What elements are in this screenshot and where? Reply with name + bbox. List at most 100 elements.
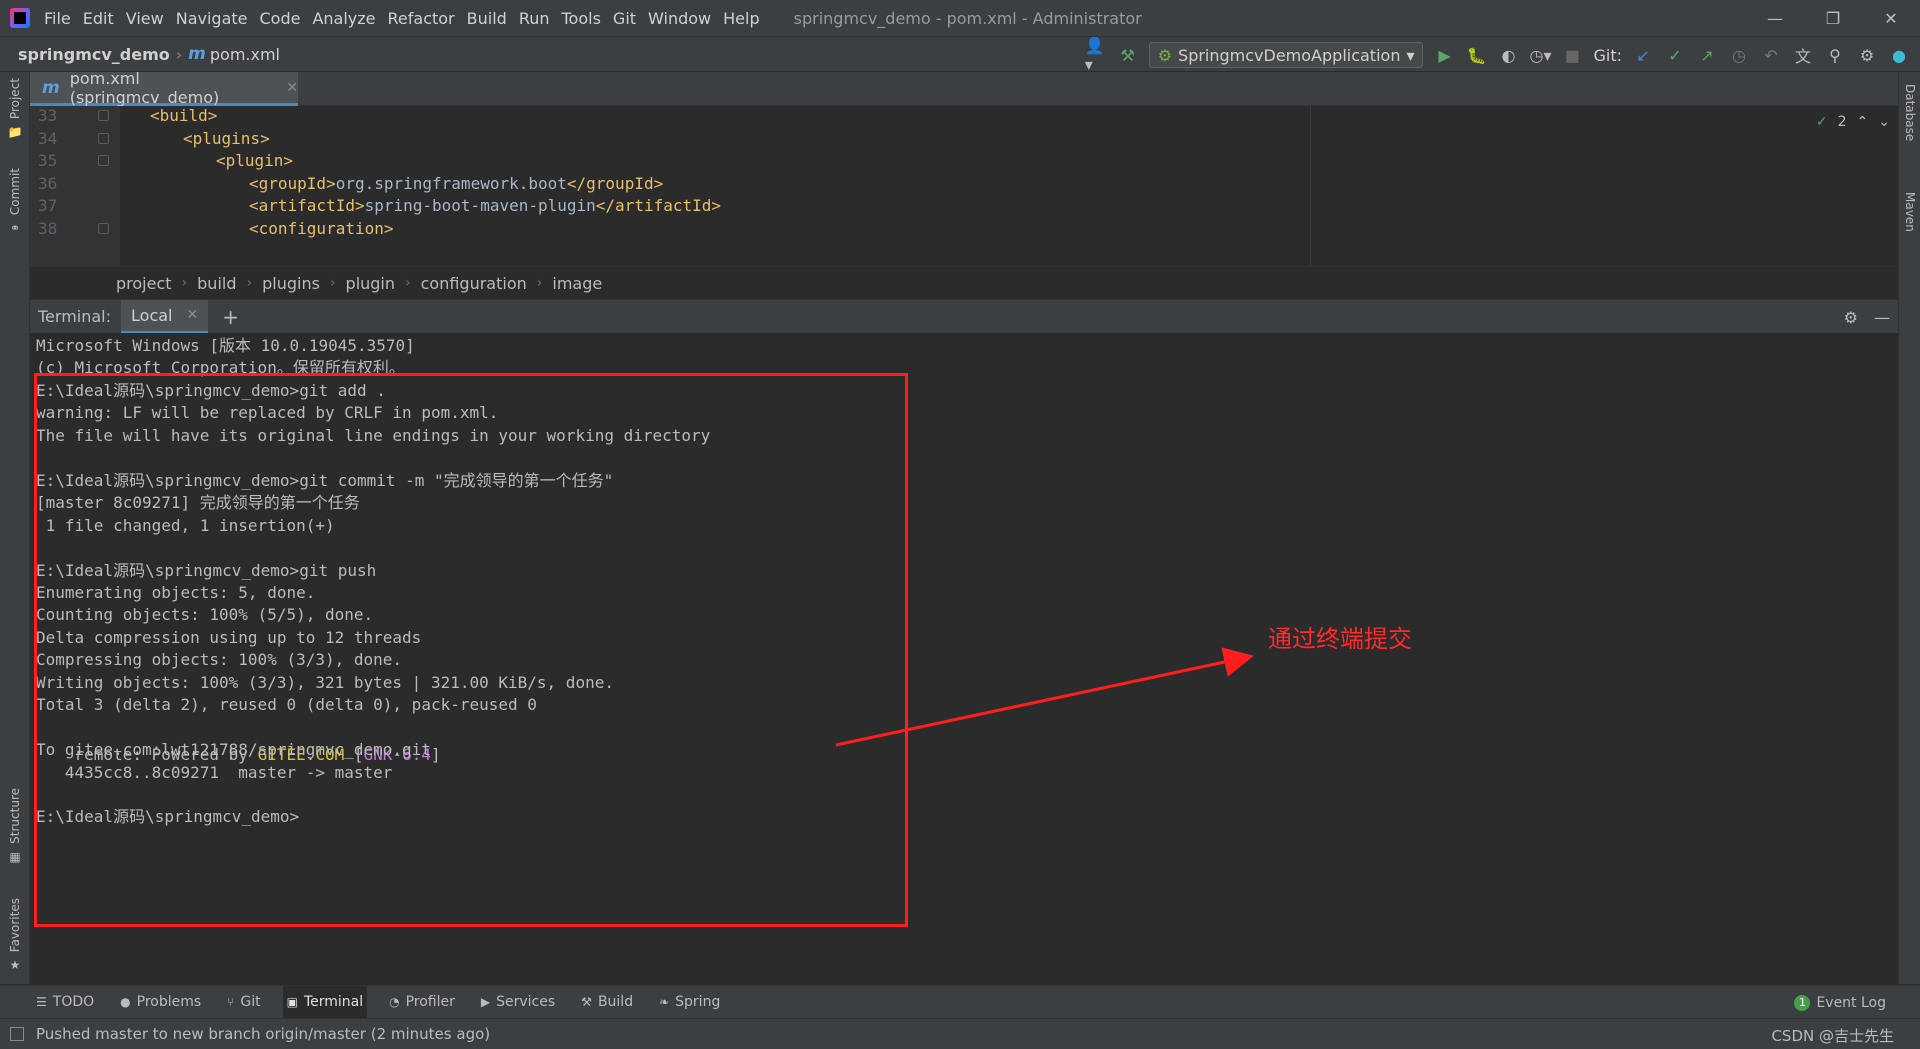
fold-marker-icon[interactable] [98, 110, 109, 121]
hide-panel-icon[interactable]: — [1874, 308, 1890, 327]
project-tool-button[interactable]: Project 📁 [4, 78, 26, 139]
menu-file[interactable]: File [44, 9, 71, 28]
commit-icon: ⚭ [9, 221, 21, 236]
build-hammer-icon[interactable]: ⚒ [1117, 44, 1139, 66]
terminal-tab-label: Local [131, 305, 173, 325]
status-toggle-icon[interactable] [10, 1027, 24, 1041]
commit-tool-button[interactable]: Commit ⚭ [4, 168, 26, 235]
menu-run[interactable]: Run [519, 9, 550, 28]
user-icon[interactable]: 👤▾ [1085, 36, 1107, 74]
window-controls: — ❐ ✕ [1746, 0, 1920, 36]
services-icon: ▶ [480, 995, 491, 1009]
rollback-icon[interactable]: ↶ [1760, 44, 1782, 66]
run-configuration-select[interactable]: ⚙ SpringmcvDemoApplication ▾ [1148, 42, 1424, 68]
maven-tool-button[interactable]: Maven [1903, 192, 1917, 232]
tool-window-terminal[interactable]: ▣ Terminal [282, 985, 368, 1019]
fold-marker-icon[interactable] [98, 222, 109, 234]
coverage-icon[interactable]: ◐ [1497, 44, 1519, 66]
gear-icon[interactable]: ⚙ [1844, 308, 1858, 327]
menu-help[interactable]: Help [723, 9, 759, 28]
status-bar: Pushed master to new branch origin/maste… [0, 1018, 1920, 1049]
maven-file-icon: m [42, 77, 60, 98]
folder-icon: 📁 [7, 125, 23, 140]
star-icon: ★ [9, 958, 21, 973]
tool-window-git[interactable]: ⑂ Git [223, 986, 264, 1019]
fold-marker-icon[interactable] [98, 132, 109, 144]
stop-icon[interactable]: ■ [1561, 44, 1583, 66]
add-terminal-icon[interactable]: + [222, 305, 239, 329]
breadcrumb-item[interactable]: image [552, 274, 602, 293]
structure-tool-button[interactable]: Structure ▦ [4, 788, 26, 864]
chevron-up-icon[interactable]: ⌃ [1857, 114, 1869, 130]
close-icon[interactable]: ✕ [286, 80, 298, 96]
breadcrumb-item[interactable]: plugin [346, 274, 395, 293]
menu-tools[interactable]: Tools [562, 9, 601, 28]
xml-open-tag: <groupId> [249, 173, 336, 193]
status-message[interactable]: Pushed master to new branch origin/maste… [36, 1025, 490, 1043]
bottom-tool-items: ☰ TODO ● Problems ⑂ Git ▣ Terminal ◔ Profiler ▶ Ser… [18, 985, 728, 1019]
menu-code[interactable]: Code [260, 9, 301, 28]
chevron-down-icon[interactable]: ⌄ [1878, 114, 1890, 130]
menu-window[interactable]: Window [648, 9, 711, 28]
fold-marker-icon[interactable] [98, 155, 109, 166]
menu-git[interactable]: Git [613, 9, 636, 28]
breadcrumb-item[interactable]: plugins [262, 274, 320, 293]
close-icon[interactable]: ✕ [1862, 0, 1920, 36]
breadcrumb-item[interactable]: configuration [421, 274, 527, 293]
menu-build[interactable]: Build [467, 9, 507, 28]
git-push-icon[interactable]: ↗ [1696, 44, 1718, 66]
breadcrumb-item[interactable]: project [116, 274, 172, 293]
annotation-label: 通过终端提交 [1268, 625, 1412, 653]
restore-icon[interactable]: ❐ [1804, 0, 1862, 36]
inspection-widget[interactable]: ✓ 2 ⌃ ⌄ [1816, 114, 1890, 130]
tool-window-build[interactable]: ⚒ Build [577, 986, 637, 1019]
code-line: 38 <configuration> [30, 215, 1898, 242]
profile-icon[interactable]: ◷▾ [1529, 44, 1551, 66]
tool-window-label: Services [496, 994, 556, 1010]
event-log-button[interactable]: 1 Event Log [1794, 986, 1886, 1019]
translate-icon[interactable]: 文 [1792, 44, 1814, 66]
spring-boot-icon: ⚙ [1157, 45, 1173, 65]
search-icon[interactable]: ⚲ [1824, 44, 1846, 66]
history-icon[interactable]: ◷ [1728, 44, 1750, 66]
xml-text: spring-boot-maven-plugin [364, 196, 596, 215]
menu-navigate[interactable]: Navigate [176, 9, 248, 28]
menu-analyze[interactable]: Analyze [312, 9, 375, 28]
terminal-header: Terminal: Local ✕ + ⚙ — [30, 299, 1898, 334]
menu-bar: File Edit View Navigate Code Analyze Refactor B… [0, 0, 1920, 36]
minimize-icon[interactable]: — [1746, 0, 1804, 36]
editor-tab-bar: m pom.xml (springmcv_demo) ✕ [30, 69, 1898, 107]
terminal-tab-local[interactable]: Local ✕ [121, 299, 209, 334]
xml-breadcrumb: project › build › plugins › plugin › configurati… [30, 266, 1898, 299]
nav-project-name[interactable]: springmcv_demo [18, 45, 170, 64]
chevron-right-icon: › [246, 275, 253, 291]
tool-window-label: Git [240, 994, 261, 1010]
code-editor[interactable]: 33 <build> 34 <plugins> 35 <plugin> 36 <groupId… [30, 106, 1898, 266]
git-commit-icon[interactable]: ✓ [1664, 44, 1686, 66]
debug-icon[interactable]: 🐛 [1465, 44, 1487, 66]
favorites-tool-button[interactable]: Favorites ★ [4, 898, 26, 972]
tool-window-services[interactable]: ▶ Services [477, 986, 559, 1019]
terminal-output[interactable]: Microsoft Windows [版本 10.0.19045.3570] (c… [30, 333, 1898, 985]
favorites-tool-label: Favorites [8, 898, 22, 953]
editor-tab-pom[interactable]: m pom.xml (springmcv_demo) ✕ [30, 69, 298, 107]
menu-refactor[interactable]: Refactor [388, 9, 455, 28]
tool-window-problems[interactable]: ● Problems [116, 986, 205, 1019]
close-icon[interactable]: ✕ [186, 307, 198, 323]
run-config-label: SpringmcvDemoApplication [1178, 45, 1401, 65]
tool-window-profiler[interactable]: ◔ Profiler [385, 986, 459, 1019]
ide-updates-icon[interactable]: ● [1888, 44, 1910, 66]
gear-icon[interactable]: ⚙ [1856, 44, 1878, 66]
tool-window-label: Problems [136, 994, 202, 1010]
tool-window-todo[interactable]: ☰ TODO [32, 986, 98, 1019]
database-tool-button[interactable]: Database [1903, 84, 1917, 141]
build-hammer-icon: ⚒ [581, 995, 592, 1009]
git-update-icon[interactable]: ↙ [1632, 44, 1654, 66]
menu-view[interactable]: View [126, 9, 164, 28]
menu-edit[interactable]: Edit [83, 9, 114, 28]
nav-file-name[interactable]: pom.xml [210, 45, 280, 64]
tool-window-label: Build [597, 994, 634, 1010]
tool-window-spring[interactable]: ❧ Spring [655, 986, 724, 1019]
breadcrumb-item[interactable]: build [197, 274, 236, 293]
run-icon[interactable]: ▶ [1433, 44, 1455, 66]
